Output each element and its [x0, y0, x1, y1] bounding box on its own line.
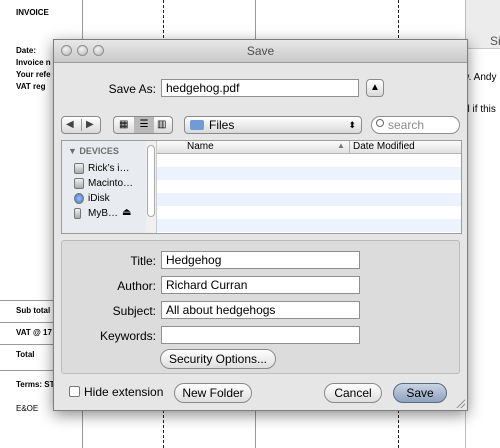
sidebar-item-device-3[interactable]: iDisk — [74, 193, 146, 207]
scrollbar-thumb[interactable] — [147, 145, 155, 217]
triangle-up-icon: ▲ — [370, 82, 380, 93]
list-view-icon[interactable]: ☰ — [134, 117, 154, 133]
title-input[interactable]: Hedgehog — [161, 251, 360, 269]
title-label: Title: — [130, 254, 156, 268]
divider — [81, 119, 82, 131]
column-header-date-modified[interactable]: Date Modified — [353, 141, 415, 152]
keywords-input[interactable] — [161, 326, 360, 344]
vat-reg-label: VAT reg — [16, 82, 46, 91]
computer-icon — [74, 163, 84, 174]
back-arrow-icon[interactable]: ◀ — [66, 117, 74, 133]
sidebar-item-label: MyB… — [88, 208, 118, 219]
file-list-row — [157, 154, 461, 167]
cancel-button[interactable]: Cancel — [324, 383, 382, 403]
hard-drive-icon — [74, 178, 84, 189]
your-ref-label: Your refe — [16, 70, 51, 79]
keywords-label: Keywords: — [99, 329, 156, 343]
hide-extension-checkbox[interactable] — [69, 386, 80, 397]
column-divider — [349, 141, 350, 153]
location-label: Files — [209, 118, 235, 132]
expand-dialog-button[interactable]: ▲ — [366, 79, 384, 97]
folder-icon — [190, 120, 204, 130]
file-list-row — [157, 180, 461, 193]
file-browser: ▼ DEVICES Rick’s i… Macinto… iDisk MyB… … — [61, 140, 462, 234]
sidebar-item-label: Rick’s i… — [88, 163, 130, 174]
sidebar: ▼ DEVICES Rick’s i… Macinto… iDisk MyB… … — [62, 141, 147, 233]
total-label: Total — [16, 350, 35, 359]
grid-line — [0, 344, 60, 345]
sidebar-item-device-1[interactable]: Rick’s i… — [74, 163, 146, 177]
save-as-input[interactable]: hedgehog.pdf — [161, 79, 359, 97]
back-forward-buttons: ◀ ▶ — [61, 116, 101, 134]
grid-line — [0, 322, 60, 323]
date-label: Date: — [16, 46, 37, 55]
file-list-row — [157, 219, 461, 232]
eoe-label: E&OE — [16, 404, 39, 413]
sidebar-scrollbar[interactable] — [146, 141, 157, 233]
author-input[interactable]: Richard Curran — [161, 276, 360, 294]
vat-label: VAT @ 17 — [16, 328, 52, 337]
sort-ascending-icon: ▲ — [337, 141, 345, 150]
file-list-row — [157, 193, 461, 206]
sidebar-item-device-2[interactable]: Macinto… — [74, 178, 146, 192]
sidebar-item-label: Macinto… — [88, 178, 134, 189]
subject-label: Subject: — [112, 304, 156, 318]
security-options-button[interactable]: Security Options... — [160, 349, 276, 369]
right-document-header-text: Si — [490, 34, 500, 48]
subject-input[interactable]: All about hedgehogs — [161, 301, 360, 319]
title-bar[interactable]: Save — [54, 40, 467, 63]
sidebar-item-device-4[interactable]: MyB… ⏏ — [74, 207, 146, 222]
grid-line — [0, 370, 60, 371]
file-list-row — [157, 206, 461, 219]
file-list-header: Name ▲ Date Modified — [157, 141, 461, 154]
search-input[interactable]: search — [371, 116, 460, 134]
subtotal-label: Sub total — [16, 306, 51, 315]
forward-arrow-icon[interactable]: ▶ — [86, 117, 94, 133]
sidebar-item-label: iDisk — [88, 193, 110, 204]
save-as-label: Save As: — [108, 82, 156, 96]
location-popup[interactable]: Files ⬍ — [184, 116, 362, 134]
search-placeholder: search — [388, 118, 425, 132]
save-button[interactable]: Save — [393, 383, 447, 403]
idisk-icon — [74, 193, 84, 204]
hide-extension-label: Hide extension — [84, 385, 164, 399]
invoice-no-label: Invoice n — [16, 58, 51, 67]
column-view-icon[interactable]: ▥ — [157, 117, 166, 133]
section-label: DEVICES — [79, 146, 119, 156]
updown-arrows-icon: ⬍ — [348, 120, 356, 130]
right-document-background: Si w. Andy al if this — [462, 0, 500, 448]
column-header-name[interactable]: Name — [187, 141, 214, 152]
search-icon — [376, 119, 384, 127]
sidebar-section-devices[interactable]: ▼ DEVICES — [68, 146, 119, 156]
view-mode-segment: ▦ ☰ ▥ — [113, 116, 173, 134]
pdf-options-panel: Title: Hedgehog Author: Richard Curran S… — [61, 240, 460, 374]
grid-line — [0, 300, 60, 301]
file-list-row — [157, 167, 461, 180]
icon-view-icon[interactable]: ▦ — [119, 117, 128, 133]
eject-icon[interactable]: ⏏ — [122, 207, 131, 218]
terms-label: Terms: ST — [16, 380, 55, 389]
author-label: Author: — [117, 279, 156, 293]
new-folder-button[interactable]: New Folder — [174, 383, 252, 403]
save-dialog: Save Save As: hedgehog.pdf ▲ ◀ ▶ ▦ ☰ ▥ F… — [53, 39, 468, 411]
resize-handle[interactable] — [455, 398, 465, 408]
dialog-title: Save — [246, 44, 275, 58]
external-drive-icon — [74, 208, 81, 219]
invoice-title: INVOICE — [16, 8, 49, 17]
